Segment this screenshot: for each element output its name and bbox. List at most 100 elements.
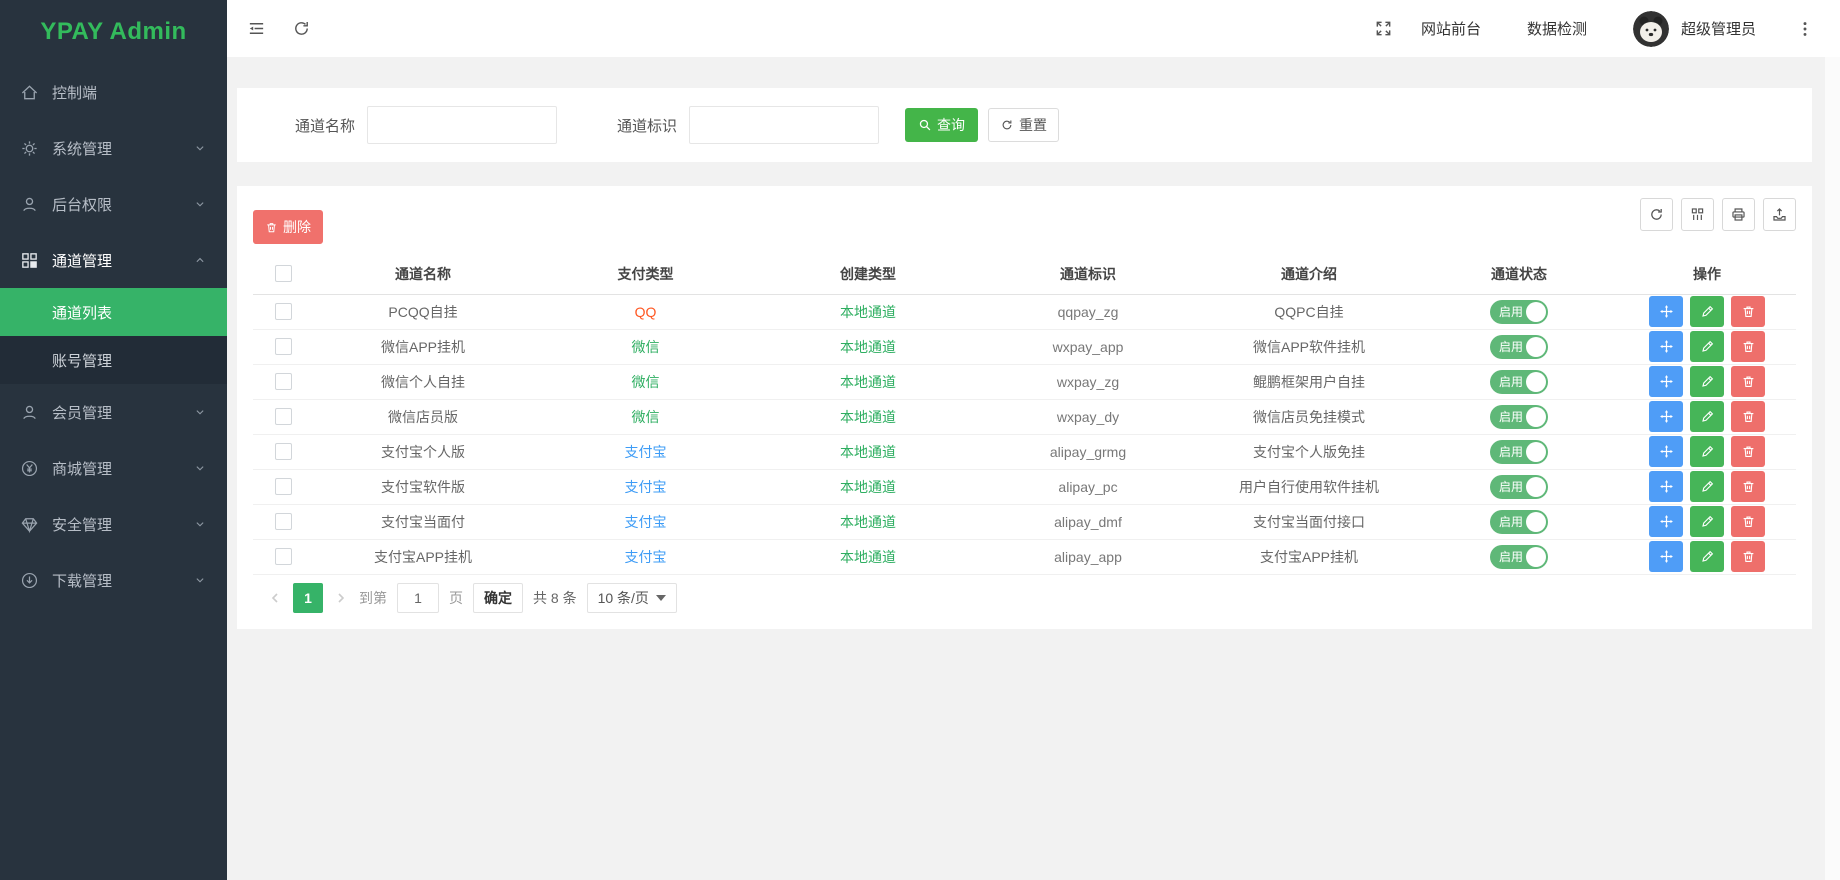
- more-vertical-icon[interactable]: [1796, 20, 1814, 38]
- status-toggle-label: 启用: [1499, 478, 1523, 495]
- status-toggle[interactable]: 启用: [1490, 300, 1548, 324]
- edit-button[interactable]: [1690, 331, 1724, 362]
- delete-row-button[interactable]: [1731, 366, 1765, 397]
- goto-page-input[interactable]: [397, 583, 439, 613]
- move-icon: [1659, 444, 1674, 459]
- edit-button[interactable]: [1690, 296, 1724, 327]
- edit-icon: [1700, 479, 1715, 494]
- status-toggle[interactable]: 启用: [1490, 405, 1548, 429]
- toggle-knob: [1526, 302, 1546, 322]
- status-toggle[interactable]: 启用: [1490, 335, 1548, 359]
- channel-name-input[interactable]: [367, 106, 557, 144]
- move-button[interactable]: [1649, 401, 1683, 432]
- row-checkbox[interactable]: [275, 548, 292, 565]
- status-toggle[interactable]: 启用: [1490, 510, 1548, 534]
- status-toggle[interactable]: 启用: [1490, 440, 1548, 464]
- edit-button[interactable]: [1690, 436, 1724, 467]
- prev-page-icon[interactable]: [267, 590, 283, 606]
- app-logo: YPAY Admin: [0, 0, 227, 64]
- table-columns-button[interactable]: [1681, 198, 1714, 231]
- sidebar-item-permissions[interactable]: 后台权限: [0, 176, 227, 232]
- edit-button[interactable]: [1690, 366, 1724, 397]
- cell-channel-code: wxpay_zg: [978, 364, 1198, 399]
- edit-icon: [1700, 304, 1715, 319]
- sidebar-item-system[interactable]: 系统管理: [0, 120, 227, 176]
- total-count: 共 8 条: [533, 588, 577, 608]
- status-toggle[interactable]: 启用: [1490, 475, 1548, 499]
- scrollbar[interactable]: [1825, 57, 1840, 880]
- move-button[interactable]: [1649, 471, 1683, 502]
- nav-data-monitor[interactable]: 数据检测: [1527, 18, 1587, 39]
- table-print-button[interactable]: [1722, 198, 1755, 231]
- refresh-icon[interactable]: [292, 19, 311, 38]
- trash-icon: [1741, 304, 1756, 319]
- row-checkbox[interactable]: [275, 478, 292, 495]
- row-actions: [1618, 401, 1796, 432]
- table-refresh-button[interactable]: [1640, 198, 1673, 231]
- current-page[interactable]: 1: [293, 583, 323, 613]
- sidebar-item-mall[interactable]: 商城管理: [0, 440, 227, 496]
- cell-create-type: 本地通道: [758, 469, 978, 504]
- status-toggle[interactable]: 启用: [1490, 545, 1548, 569]
- row-checkbox[interactable]: [275, 408, 292, 425]
- chevron-down-icon: [193, 573, 207, 587]
- page-size-select[interactable]: 10 条/页: [587, 583, 677, 613]
- sidebar-item-members[interactable]: 会员管理: [0, 384, 227, 440]
- row-checkbox[interactable]: [275, 373, 292, 390]
- nav-site-front[interactable]: 网站前台: [1421, 18, 1481, 39]
- move-button[interactable]: [1649, 506, 1683, 537]
- edit-button[interactable]: [1690, 401, 1724, 432]
- channel-code-input[interactable]: [689, 106, 879, 144]
- toggle-knob: [1526, 477, 1546, 497]
- submenu-item-label: 通道列表: [52, 302, 112, 323]
- move-button[interactable]: [1649, 366, 1683, 397]
- row-checkbox[interactable]: [275, 443, 292, 460]
- username[interactable]: 超级管理员: [1681, 18, 1756, 39]
- sidebar-item-download[interactable]: 下载管理: [0, 552, 227, 608]
- delete-row-button[interactable]: [1731, 436, 1765, 467]
- delete-row-button[interactable]: [1731, 331, 1765, 362]
- move-button[interactable]: [1649, 436, 1683, 467]
- select-all-checkbox[interactable]: [275, 265, 292, 282]
- delete-row-button[interactable]: [1731, 506, 1765, 537]
- submenu-item-channel-list[interactable]: 通道列表: [0, 288, 227, 336]
- cell-channel-desc: 微信APP软件挂机: [1198, 329, 1420, 364]
- trash-icon: [265, 221, 278, 234]
- edit-button[interactable]: [1690, 506, 1724, 537]
- fullscreen-icon[interactable]: [1374, 19, 1393, 38]
- submenu-item-account-manage[interactable]: 账号管理: [0, 336, 227, 384]
- trash-icon: [1741, 444, 1756, 459]
- reset-button[interactable]: 重置: [988, 108, 1059, 142]
- edit-button[interactable]: [1690, 471, 1724, 502]
- cell-channel-desc: 用户自行使用软件挂机: [1198, 469, 1420, 504]
- delete-button[interactable]: 删除: [253, 210, 323, 244]
- next-page-icon[interactable]: [333, 590, 349, 606]
- export-icon: [1771, 206, 1788, 223]
- row-checkbox[interactable]: [275, 303, 292, 320]
- row-checkbox[interactable]: [275, 513, 292, 530]
- edit-button[interactable]: [1690, 541, 1724, 572]
- delete-row-button[interactable]: [1731, 471, 1765, 502]
- delete-row-button[interactable]: [1731, 541, 1765, 572]
- move-button[interactable]: [1649, 541, 1683, 572]
- sidebar-item-channels[interactable]: 通道管理: [0, 232, 227, 288]
- avatar[interactable]: [1633, 11, 1669, 47]
- cell-channel-name: 微信个人自挂: [313, 364, 533, 399]
- delete-row-button[interactable]: [1731, 401, 1765, 432]
- move-button[interactable]: [1649, 331, 1683, 362]
- sidebar-item-label: 后台权限: [52, 194, 112, 215]
- sidebar-item-control[interactable]: 控制端: [0, 64, 227, 120]
- status-toggle[interactable]: 启用: [1490, 370, 1548, 394]
- sidebar-item-security[interactable]: 安全管理: [0, 496, 227, 552]
- collapse-menu-icon[interactable]: [247, 19, 266, 38]
- delete-row-button[interactable]: [1731, 296, 1765, 327]
- row-actions: [1618, 471, 1796, 502]
- status-toggle-label: 启用: [1499, 408, 1523, 425]
- row-checkbox[interactable]: [275, 338, 292, 355]
- move-icon: [1659, 409, 1674, 424]
- table-export-button[interactable]: [1763, 198, 1796, 231]
- confirm-page-button[interactable]: 确定: [473, 583, 523, 613]
- move-button[interactable]: [1649, 296, 1683, 327]
- cell-channel-name: 支付宝软件版: [313, 469, 533, 504]
- query-button[interactable]: 查询: [905, 108, 978, 142]
